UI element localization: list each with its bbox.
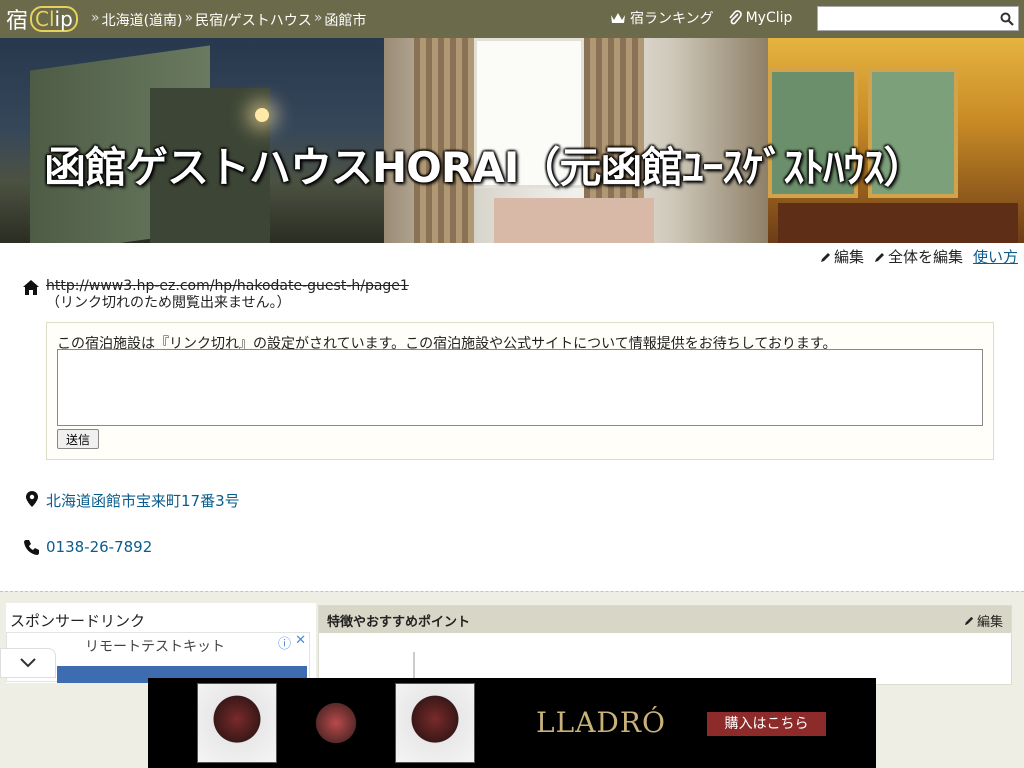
pencil-icon [964,616,974,626]
ad-figurine-image [296,683,376,763]
search-icon[interactable] [1000,12,1014,26]
pencil-icon [820,252,830,262]
features-panel: 特徴やおすすめポイント 編集 [318,605,1012,686]
hero-banner: 函館ゲストハウスHORAI（元函館ﾕｰｽｹﾞｽﾄﾊｳｽ） [0,38,1024,243]
ad-buy-button[interactable]: 購入はこちら [707,712,826,736]
breadcrumb-separator: » [184,10,194,26]
phone-icon [24,540,39,555]
breadcrumb-separator: » [313,10,323,26]
address-link[interactable]: 北海道函館市宝来町17番3号 [46,490,240,511]
breadcrumb-region[interactable]: 北海道(道南) [102,10,183,30]
top-bar: 宿 Clip » 北海道(道南) » 民宿/ゲストハウス » 函館市 宿ランキン… [0,0,1024,38]
collapse-toggle[interactable] [0,648,56,678]
logo-kanji: 宿 [6,9,29,34]
ad-info-icon[interactable]: ⓘ [278,633,291,652]
ad-brand-logo: LLADRÓ [536,706,666,739]
ranking-link[interactable]: 宿ランキング [610,8,714,28]
link-broken-note: （リンク切れのため閲覧出来ません。） [46,295,291,311]
send-button[interactable]: 送信 [57,429,99,449]
features-header: 特徴やおすすめポイント 編集 [319,606,1011,633]
ad-close-icon[interactable]: ✕ [295,633,306,648]
sponsor-ad-text: リモートテストキット [85,639,225,655]
info-textarea[interactable] [57,349,983,426]
bottom-ad-banner[interactable]: LLADRÓ 購入はこちら [148,678,876,768]
edit-button[interactable]: 編集 [820,246,864,267]
paperclip-icon [728,10,742,25]
page-title: 函館ゲストハウスHORAI（元函館ﾕｰｽｹﾞｽﾄﾊｳｽ） [44,143,925,192]
howto-link[interactable]: 使い方 [973,246,1018,267]
search-box [817,6,1019,31]
ad-figurine-image [197,683,277,763]
chevron-down-icon [20,658,36,668]
sponsor-heading: スポンサードリンク [10,612,146,630]
home-icon [23,280,39,295]
site-logo[interactable]: 宿 Clip [6,5,78,34]
breadcrumb-city[interactable]: 函館市 [324,10,366,30]
breadcrumb-separator: » [91,10,100,26]
edit-all-button[interactable]: 全体を編集 [874,246,963,267]
official-site-row: http://www3.hp-ez.com/hp/hakodate-guest-… [46,278,409,312]
breadcrumb: » 北海道(道南) » 民宿/ゲストハウス » 函館市 [89,10,366,30]
official-site-url: http://www3.hp-ez.com/hp/hakodate-guest-… [46,278,409,294]
ad-figurine-image [395,683,475,763]
myclip-link[interactable]: MyClip [728,8,792,28]
features-heading: 特徴やおすすめポイント [327,615,471,630]
map-pin-icon [26,491,38,507]
logo-clip: Clip [30,6,78,32]
crown-icon [611,13,625,23]
info-request-box: この宿泊施設は『リンク切れ』の設定がされています。この宿泊施設や公式サイトについ… [46,322,994,460]
breadcrumb-category[interactable]: 民宿/ゲストハウス [195,10,312,30]
edit-toolbar: 編集 全体を編集 使い方 [820,246,1018,267]
features-edit-button[interactable]: 編集 [964,611,1003,630]
pencil-icon [874,252,884,262]
search-input[interactable] [818,7,998,30]
phone-link[interactable]: 0138-26-7892 [46,538,152,556]
top-links: 宿ランキング MyClip [610,8,792,28]
